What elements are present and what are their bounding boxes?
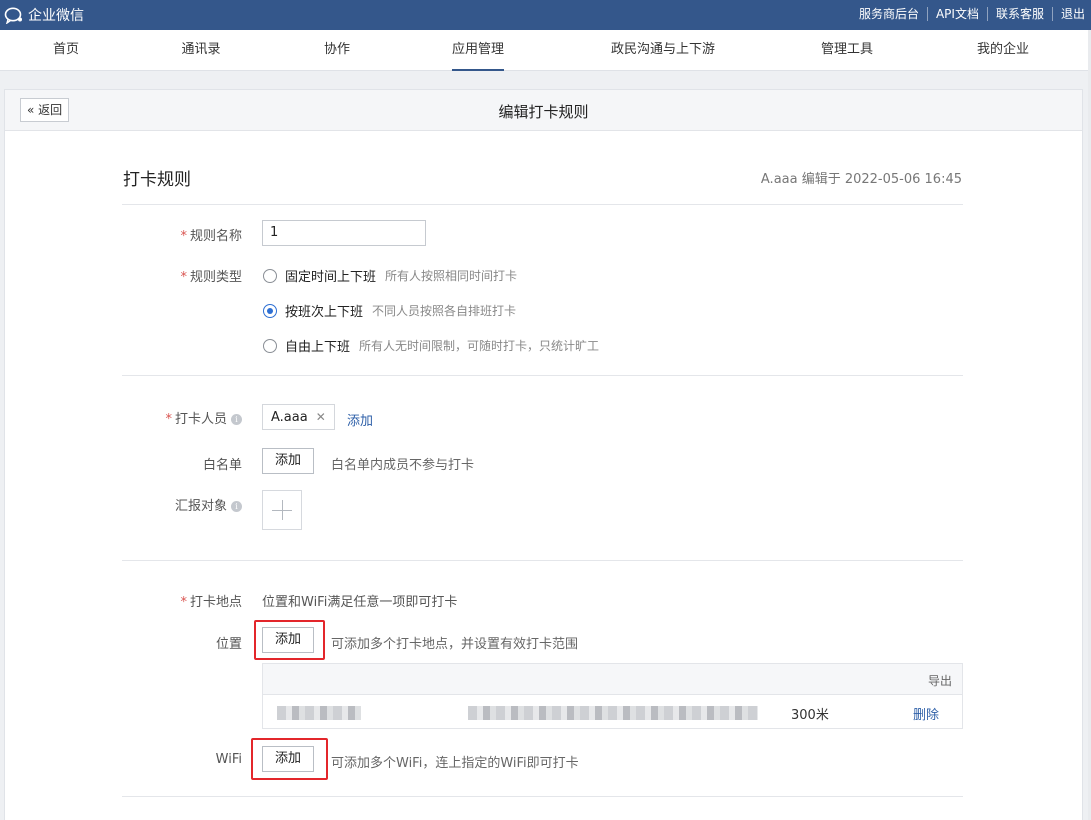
option-desc: 所有人按照相同时间打卡 [385,269,518,283]
divider [122,204,963,205]
panel-title: 编辑打卡规则 [498,103,589,121]
link-provider-backend[interactable]: 服务商后台 [851,7,927,21]
remove-icon[interactable]: ✕ [316,410,326,424]
divider [122,375,963,376]
rule-type-option-free[interactable]: 自由上下班 所有人无时间限制，可随时打卡，只统计旷工 [263,336,599,355]
table-row-radius: 300米 [791,708,829,723]
link-support[interactable]: 联系客服 [986,7,1052,21]
location-table: 导出 300米 删除 [262,663,963,729]
nav-my-company[interactable]: 我的企业 [977,30,1029,71]
position-add-button[interactable]: 添加 [262,627,315,653]
nav-contacts[interactable]: 通讯录 [181,30,220,71]
divider [122,796,963,797]
members-label: * 打卡人员 i [122,408,242,427]
wecom-logo-icon [4,7,22,24]
position-hint: 可添加多个打卡地点，并设置有效打卡范围 [331,637,579,652]
rule-name-input[interactable]: 1 [262,220,426,246]
nav-home[interactable]: 首页 [53,30,79,71]
rule-type-option-shift[interactable]: 按班次上下班 不同人员按照各自排班打卡 [263,301,516,320]
required-mark: * [180,229,187,244]
nav-admin-tools[interactable]: 管理工具 [821,30,873,71]
radio-button[interactable] [263,338,277,353]
option-desc: 所有人无时间限制，可随时打卡，只统计旷工 [359,339,600,353]
nav-government-upstream[interactable]: 政民沟通与上下游 [611,30,715,71]
required-mark: * [165,412,172,427]
info-icon[interactable]: i [231,501,242,512]
table-header: 导出 [263,664,962,695]
panel-header: « 返回 编辑打卡规则 [5,90,1082,131]
edit-rule-panel: « 返回 编辑打卡规则 打卡规则 A.aaa 编辑于 2022-05-06 16… [4,89,1083,820]
link-logout[interactable]: 退出 [1051,7,1087,21]
member-name: A.aaa [271,410,308,425]
location-hint: 位置和WiFi满足任意一项即可打卡 [262,595,458,610]
edit-info: A.aaa 编辑于 2022-05-06 16:45 [760,172,962,187]
export-link[interactable]: 导出 [928,672,952,689]
rule-name-label: * 规则名称 [180,229,242,244]
link-api-docs[interactable]: API文档 [926,7,987,21]
redacted-location-address [468,706,758,720]
redacted-location-name [277,706,361,720]
report-target-label: 汇报对象 i [122,495,242,514]
info-icon[interactable]: i [231,414,242,425]
option-label: 固定时间上下班 [285,270,377,285]
top-bar: 企业微信 服务商后台 API文档 联系客服 退出 [0,0,1091,30]
nav-app-management[interactable]: 应用管理 [451,30,505,71]
position-label: 位置 [215,637,242,652]
required-mark: * [180,270,187,285]
radio-button-checked[interactable] [263,303,277,318]
member-tag: A.aaa ✕ [262,404,335,430]
section-title: 打卡规则 [123,170,191,190]
delete-location-link[interactable]: 删除 [913,704,939,723]
rule-type-label: * 规则类型 [180,270,242,285]
whitelist-add-button[interactable]: 添加 [262,448,315,474]
option-label: 按班次上下班 [285,305,364,320]
add-report-target-button[interactable] [262,490,302,530]
top-links: 服务商后台 API文档 联系客服 退出 [851,7,1087,21]
brand[interactable]: 企业微信 [4,5,84,25]
option-label: 自由上下班 [285,340,351,355]
wifi-hint: 可添加多个WiFi，连上指定的WiFi即可打卡 [331,756,579,771]
required-mark: * [180,595,187,610]
wifi-add-button[interactable]: 添加 [262,746,315,772]
rule-type-option-fixed[interactable]: 固定时间上下班 所有人按照相同时间打卡 [263,266,517,285]
whitelist-label: 白名单 [202,458,242,473]
option-desc: 不同人员按照各自排班打卡 [372,304,517,318]
wifi-label: WiFi [215,752,242,767]
brand-name: 企业微信 [28,8,84,24]
add-member-link[interactable]: 添加 [347,410,373,429]
nav-collaboration[interactable]: 协作 [324,30,350,71]
whitelist-hint: 白名单内成员不参与打卡 [331,458,475,473]
radio-button[interactable] [263,268,277,283]
location-label: * 打卡地点 [180,595,242,610]
main-nav: 首页 通讯录 协作 应用管理 政民沟通与上下游 管理工具 我的企业 [0,30,1091,71]
divider [122,560,963,561]
